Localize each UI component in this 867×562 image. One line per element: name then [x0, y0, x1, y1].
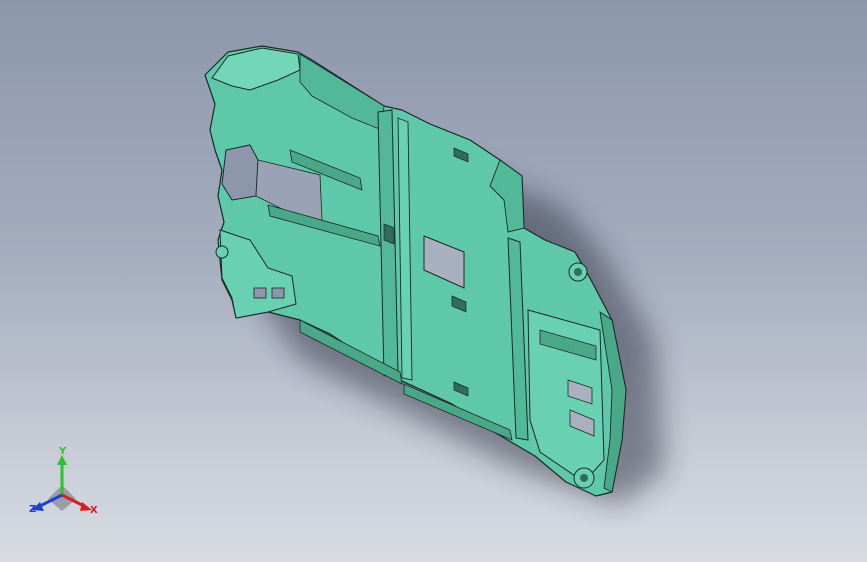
y-axis-label: Y	[59, 446, 67, 457]
orientation-triad[interactable]: Y X Z	[20, 445, 110, 525]
left-bracket-slot-2	[271, 287, 285, 299]
z-axis-label: Z	[29, 504, 37, 515]
boss-bottom-right-hole	[580, 474, 588, 482]
graphics-viewport[interactable]: Y X Z	[0, 0, 867, 562]
x-axis-label: X	[90, 505, 98, 516]
boss-top-right-hole	[574, 268, 582, 276]
left-bracket-slot-1	[253, 287, 267, 299]
boss-left	[215, 245, 229, 259]
left-opening	[221, 144, 259, 201]
part-model[interactable]	[0, 0, 867, 562]
